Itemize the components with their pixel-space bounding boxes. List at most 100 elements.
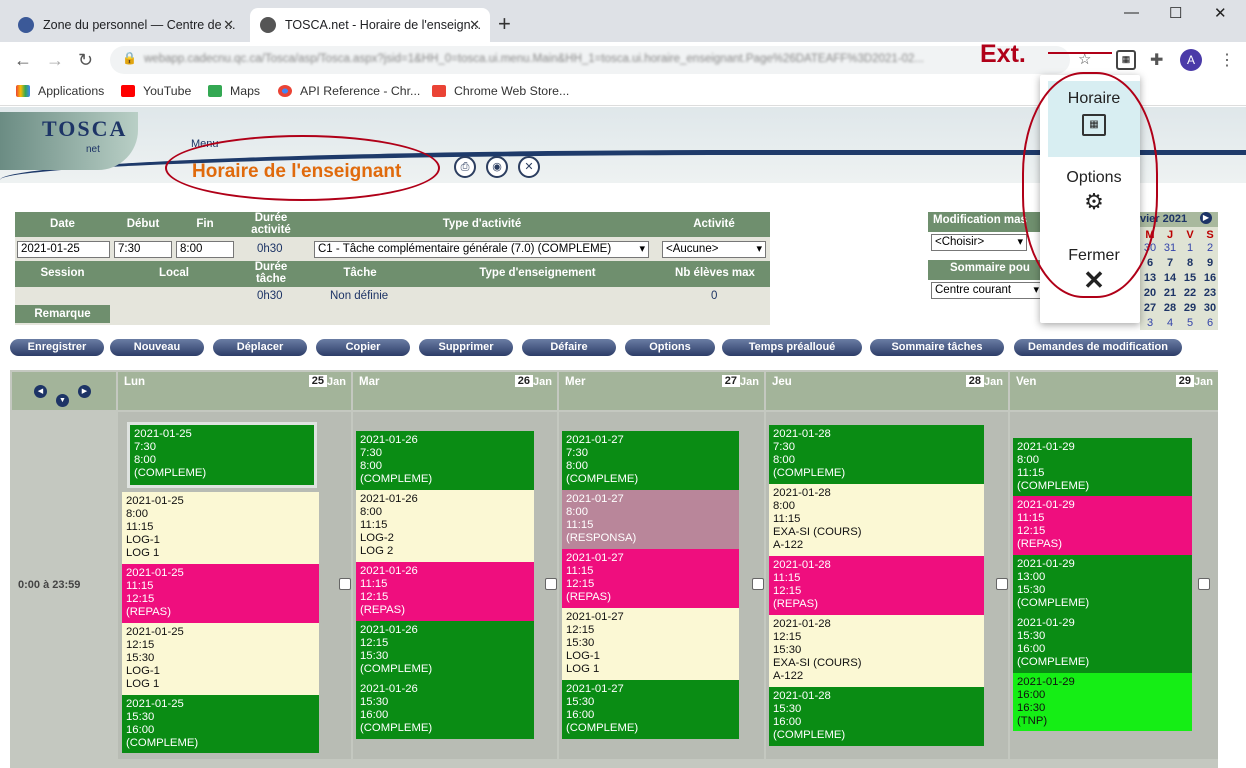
new-button[interactable]: Nouveau bbox=[110, 339, 204, 356]
schedule-event[interactable]: 2021-01-29 11:15 12:15 (REPAS) bbox=[1013, 496, 1192, 555]
header-activite: Activité bbox=[662, 218, 766, 230]
schedule-event[interactable]: 2021-01-27 12:15 15:30 LOG-1 LOG 1 bbox=[562, 608, 739, 680]
calendar-day[interactable]: 7 bbox=[1160, 257, 1180, 269]
back-icon[interactable]: ← bbox=[14, 50, 32, 71]
close-icon[interactable]: ✕ bbox=[469, 17, 480, 33]
bookmark-webstore[interactable]: Chrome Web Store... bbox=[432, 84, 569, 98]
schedule-event[interactable]: 2021-01-26 12:15 15:30 (COMPLEME) bbox=[356, 621, 534, 680]
schedule-event[interactable]: 2021-01-27 15:30 16:00 (COMPLEME) bbox=[562, 680, 739, 739]
window-close-icon[interactable]: ✕ bbox=[1214, 4, 1227, 22]
calendar-day[interactable]: 2 bbox=[1200, 242, 1220, 254]
calendar-day[interactable]: 15 bbox=[1180, 272, 1200, 284]
bookmark-applications[interactable]: Applications bbox=[16, 84, 104, 98]
calendar-day[interactable]: 13 bbox=[1140, 272, 1160, 284]
new-tab-icon[interactable]: + bbox=[498, 11, 511, 37]
next-week-icon[interactable]: ▶ bbox=[78, 385, 91, 398]
calendar-day[interactable]: 22 bbox=[1180, 287, 1200, 299]
move-button[interactable]: Déplacer bbox=[213, 339, 307, 356]
schedule-event[interactable]: 2021-01-28 12:15 15:30 EXA-SI (COURS) A-… bbox=[769, 615, 984, 687]
schedule-event[interactable]: 2021-01-28 8:00 11:15 EXA-SI (COURS) A-1… bbox=[769, 484, 984, 556]
start-input[interactable]: 7:30 bbox=[114, 241, 172, 258]
calendar-day[interactable]: 8 bbox=[1180, 257, 1200, 269]
calendar-day[interactable]: 6 bbox=[1200, 317, 1220, 329]
calendar-day[interactable]: 5 bbox=[1180, 317, 1200, 329]
address-bar[interactable]: 🔒 webapp.cadecnu.qc.ca/Tosca/asp/Tosca.a… bbox=[110, 46, 1091, 74]
tab-zone-personnel[interactable]: Zone du personnel — Centre de ... ✕ bbox=[8, 8, 244, 42]
undo-button[interactable]: Défaire bbox=[522, 339, 616, 356]
export-icon[interactable]: ◉ bbox=[486, 156, 508, 178]
calendar-day[interactable]: 20 bbox=[1140, 287, 1160, 299]
activity-select[interactable]: <Aucune> bbox=[662, 241, 766, 258]
day-checkbox[interactable] bbox=[339, 578, 351, 590]
schedule-event[interactable]: 2021-01-27 7:30 8:00 (COMPLEME) bbox=[562, 431, 739, 490]
schedule-event[interactable]: 2021-01-25 8:00 11:15 LOG-1 LOG 1 bbox=[122, 492, 319, 564]
day-checkbox[interactable] bbox=[996, 578, 1008, 590]
schedule-event[interactable]: 2021-01-26 8:00 11:15 LOG-2 LOG 2 bbox=[356, 490, 534, 562]
date-input[interactable]: 2021-01-25 bbox=[17, 241, 110, 258]
schedule-event[interactable]: 2021-01-29 16:00 16:30 (TNP) bbox=[1013, 673, 1192, 731]
end-input[interactable]: 8:00 bbox=[176, 241, 234, 258]
activity-type-select[interactable]: C1 - Tâche complémentaire générale (7.0)… bbox=[314, 241, 649, 258]
dropdown-icon[interactable]: ▼ bbox=[56, 394, 69, 407]
task-summary-button[interactable]: Sommaire tâches bbox=[870, 339, 1004, 356]
summary-select[interactable]: Centre courant bbox=[931, 282, 1043, 299]
puzzle-icon[interactable]: ✚ bbox=[1150, 50, 1163, 70]
calendar-day[interactable]: 4 bbox=[1160, 317, 1180, 329]
forward-icon[interactable]: → bbox=[46, 50, 64, 71]
schedule-event[interactable]: 2021-01-25 11:15 12:15 (REPAS) bbox=[122, 564, 319, 623]
calendar-day[interactable]: 28 bbox=[1160, 302, 1180, 314]
schedule-event[interactable]: 2021-01-26 15:30 16:00 (COMPLEME) bbox=[356, 680, 534, 739]
tab-tosca[interactable]: TOSCA.net - Horaire de l'enseign... ✕ bbox=[250, 8, 490, 42]
bookmark-api[interactable]: API Reference - Chr... bbox=[278, 84, 420, 98]
modification-requests-button[interactable]: Demandes de modification bbox=[1014, 339, 1182, 356]
schedule-event[interactable]: 2021-01-27 11:15 12:15 (REPAS) bbox=[562, 549, 739, 608]
schedule-event[interactable]: 2021-01-25 15:30 16:00 (COMPLEME) bbox=[122, 695, 319, 753]
schedule-event[interactable]: 2021-01-25 12:15 15:30 LOG-1 LOG 1 bbox=[122, 623, 319, 695]
minimize-icon[interactable]: — bbox=[1124, 4, 1139, 21]
day-checkbox[interactable] bbox=[752, 578, 764, 590]
calendar-day[interactable]: 14 bbox=[1160, 272, 1180, 284]
schedule-event[interactable]: 2021-01-28 11:15 12:15 (REPAS) bbox=[769, 556, 984, 615]
print-icon[interactable]: ⎙ bbox=[454, 156, 476, 178]
schedule-event[interactable]: 2021-01-29 15:30 16:00 (COMPLEME) bbox=[1013, 614, 1192, 673]
maximize-icon[interactable]: ☐ bbox=[1169, 4, 1182, 22]
bulk-modify-select[interactable]: <Choisir> bbox=[931, 234, 1027, 251]
calendar-day[interactable]: 1 bbox=[1180, 242, 1200, 254]
calendar-day[interactable]: 31 bbox=[1160, 242, 1180, 254]
avatar[interactable]: A bbox=[1180, 49, 1202, 71]
calendar-day[interactable]: 21 bbox=[1160, 287, 1180, 299]
calendar-day[interactable]: 29 bbox=[1180, 302, 1200, 314]
calendar-day[interactable]: 30 bbox=[1200, 302, 1220, 314]
bookmark-youtube[interactable]: YouTube bbox=[121, 84, 191, 98]
calendar-day[interactable]: 3 bbox=[1140, 317, 1160, 329]
bookmark-maps[interactable]: Maps bbox=[208, 84, 260, 98]
calendar-day[interactable]: 27 bbox=[1140, 302, 1160, 314]
reload-icon[interactable]: ↻ bbox=[78, 50, 93, 71]
calendar-day[interactable]: 9 bbox=[1200, 257, 1220, 269]
schedule-event[interactable]: 2021-01-26 7:30 8:00 (COMPLEME) bbox=[356, 431, 534, 490]
kebab-menu-icon[interactable]: ⋮ bbox=[1219, 50, 1235, 70]
day-name: Jeu bbox=[772, 376, 792, 388]
delete-button[interactable]: Supprimer bbox=[419, 339, 513, 356]
next-month-icon[interactable]: ▶ bbox=[1200, 212, 1212, 224]
close-icon[interactable]: ✕ bbox=[223, 17, 234, 33]
calendar-day[interactable]: 23 bbox=[1200, 287, 1220, 299]
options-button[interactable]: Options bbox=[625, 339, 715, 356]
calendar-day[interactable]: 16 bbox=[1200, 272, 1220, 284]
lock-icon: 🔒 bbox=[122, 51, 137, 65]
save-button[interactable]: Enregistrer bbox=[10, 339, 104, 356]
day-checkbox[interactable] bbox=[545, 578, 557, 590]
schedule-event[interactable]: 2021-01-25 7:30 8:00 (COMPLEME) bbox=[127, 422, 317, 488]
close-page-icon[interactable]: ✕ bbox=[518, 156, 540, 178]
preallocated-time-button[interactable]: Temps préalloué bbox=[722, 339, 862, 356]
copy-button[interactable]: Copier bbox=[316, 339, 410, 356]
schedule-event[interactable]: 2021-01-28 7:30 8:00 (COMPLEME) bbox=[769, 425, 984, 484]
schedule-event[interactable]: 2021-01-28 15:30 16:00 (COMPLEME) bbox=[769, 687, 984, 746]
schedule-event[interactable]: 2021-01-27 8:00 11:15 (RESPONSA) bbox=[562, 490, 739, 549]
prev-week-icon[interactable]: ◀ bbox=[34, 385, 47, 398]
schedule-event[interactable]: 2021-01-29 8:00 11:15 (COMPLEME) bbox=[1013, 438, 1192, 496]
schedule-event[interactable]: 2021-01-29 13:00 15:30 (COMPLEME) bbox=[1013, 555, 1192, 614]
day-checkbox[interactable] bbox=[1198, 578, 1210, 590]
calendar-extension-icon[interactable]: ▦ bbox=[1116, 50, 1136, 70]
schedule-event[interactable]: 2021-01-26 11:15 12:15 (REPAS) bbox=[356, 562, 534, 621]
